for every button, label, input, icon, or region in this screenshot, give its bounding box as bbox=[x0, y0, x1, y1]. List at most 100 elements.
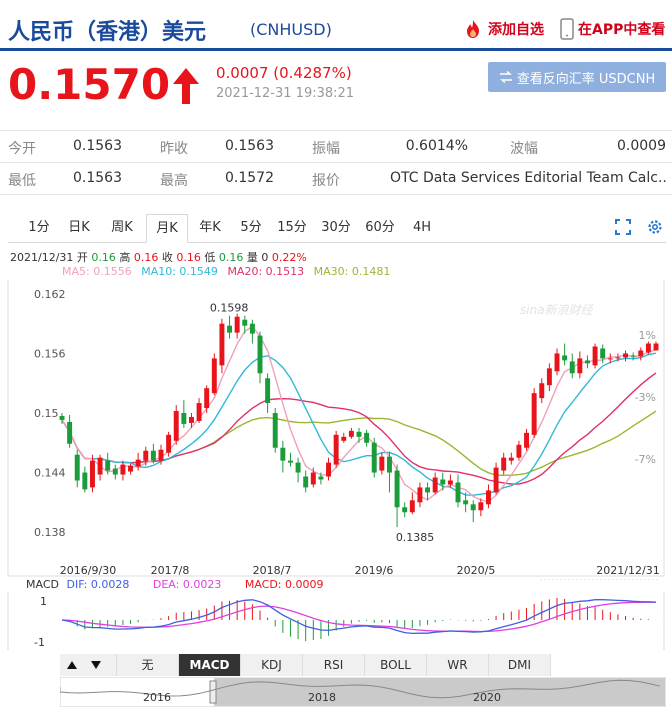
period-tabs: 1分 日K 周K 月K 年K 5分 15分 30分 60分 4H bbox=[8, 214, 666, 243]
candle bbox=[485, 484, 491, 509]
tab-indicator-1[interactable]: MACD bbox=[179, 654, 241, 676]
tab-period-5[interactable]: 5分 bbox=[234, 214, 268, 241]
tab-period-1[interactable]: 日K bbox=[60, 214, 98, 241]
tab-indicator-5[interactable]: WR bbox=[427, 654, 489, 676]
time-navigator[interactable]: 2016 2018 2020 bbox=[60, 677, 666, 707]
navigator-year-label: 2016 bbox=[143, 691, 171, 704]
triangle-down-icon[interactable] bbox=[90, 659, 102, 671]
candle bbox=[303, 470, 309, 493]
tab-indicator-4[interactable]: BOLL bbox=[365, 654, 427, 676]
ohlc-close-label: 收 bbox=[161, 251, 173, 264]
settings-icon[interactable] bbox=[646, 218, 664, 236]
add-watchlist-button[interactable]: 添加自选 bbox=[462, 18, 544, 40]
navigator-handle[interactable] bbox=[209, 680, 217, 704]
candle bbox=[128, 463, 134, 475]
pct-tick-label: -3% bbox=[635, 391, 656, 404]
candle bbox=[569, 353, 575, 379]
candle bbox=[120, 460, 126, 481]
x-tick-label: 2020/5 bbox=[457, 564, 496, 577]
candle bbox=[173, 405, 179, 445]
y-tick-label: 0.144 bbox=[34, 467, 66, 480]
ohlc-open-label: 开 bbox=[76, 251, 88, 264]
candle bbox=[516, 440, 522, 461]
ma30-legend: MA30: 0.1481 bbox=[313, 265, 391, 278]
candle bbox=[211, 353, 217, 396]
swap-icon bbox=[499, 71, 512, 83]
quote-source-value: OTC Data Services Editorial Team Calc... bbox=[390, 170, 666, 186]
ohlc-pct: 0.22% bbox=[271, 251, 307, 264]
candle bbox=[97, 454, 103, 481]
tab-period-4[interactable]: 年K bbox=[190, 214, 230, 241]
candle bbox=[577, 351, 583, 379]
open-value: 0.1563 bbox=[73, 138, 122, 154]
reverse-rate-button[interactable]: 查看反向汇率 USDCNH bbox=[488, 62, 666, 92]
candle bbox=[592, 343, 598, 369]
tab-period-6[interactable]: 15分 bbox=[272, 214, 312, 241]
tab-indicator-2[interactable]: KDJ bbox=[241, 654, 303, 676]
candle bbox=[539, 378, 545, 404]
candle bbox=[181, 400, 187, 428]
candle bbox=[196, 398, 202, 423]
tab-period-7[interactable]: 30分 bbox=[316, 214, 356, 241]
add-watchlist-label: 添加自选 bbox=[488, 22, 544, 38]
page-title: 人民币（香港）美元 bbox=[8, 20, 207, 45]
candle bbox=[508, 452, 514, 465]
tab-period-0[interactable]: 1分 bbox=[22, 214, 56, 241]
tab-indicator-0[interactable]: 无 bbox=[117, 654, 179, 676]
x-tick-label: 2018/7 bbox=[253, 564, 292, 577]
phone-icon bbox=[560, 18, 574, 40]
candle bbox=[493, 462, 499, 495]
candle bbox=[74, 449, 80, 488]
header-divider bbox=[0, 48, 672, 51]
ma-legend: MA5: 0.1556 MA10: 0.1549 MA20: 0.1513 MA… bbox=[62, 265, 390, 278]
tab-indicator-3[interactable]: RSI bbox=[303, 654, 365, 676]
dea-legend: DEA: 0.0023 bbox=[152, 578, 222, 591]
y-tick-label: 0.156 bbox=[34, 347, 66, 360]
y-tick-label: 0.138 bbox=[34, 526, 66, 539]
pct-tick-label: -7% bbox=[635, 453, 656, 466]
tab-period-9[interactable]: 4H bbox=[404, 214, 440, 241]
prev-close-value: 0.1563 bbox=[225, 138, 274, 154]
candlestick-chart[interactable]: sina新浪财经0.1620.1560.150.1440.1389%5%1%-3… bbox=[0, 280, 672, 580]
up-arrow-icon bbox=[173, 68, 199, 104]
low-annotation: 0.1385 bbox=[396, 531, 435, 544]
ma20-legend: MA20: 0.1513 bbox=[227, 265, 305, 278]
tab-period-2[interactable]: 周K bbox=[102, 214, 142, 241]
candle bbox=[287, 452, 293, 467]
dif-line bbox=[61, 599, 657, 635]
candle bbox=[272, 408, 278, 453]
navigator-year-label: 2020 bbox=[473, 691, 501, 704]
candle bbox=[386, 451, 392, 493]
candle bbox=[524, 428, 530, 451]
candle bbox=[135, 452, 141, 471]
high-value: 0.1572 bbox=[225, 170, 274, 186]
prev-close-label: 昨收 bbox=[160, 141, 188, 157]
x-tick-label: 2019/6 bbox=[355, 564, 394, 577]
fullscreen-icon[interactable] bbox=[614, 218, 632, 236]
ohlc-readout: 2021/12/31 开 0.16 高 0.16 收 0.16 低 0.16 量… bbox=[10, 249, 307, 265]
macd-chart[interactable]: 1 -1 bbox=[0, 592, 672, 652]
candle bbox=[280, 440, 286, 473]
candle bbox=[394, 464, 400, 528]
low-label: 最低 bbox=[8, 173, 36, 189]
candle bbox=[501, 452, 507, 475]
candle bbox=[402, 502, 408, 518]
tab-period-8[interactable]: 60分 bbox=[360, 214, 400, 241]
candle bbox=[432, 472, 438, 495]
x-tick-label: 2021/12/31 bbox=[596, 564, 659, 577]
tab-indicator-6[interactable]: DMI bbox=[489, 654, 551, 676]
tab-period-3[interactable]: 月K bbox=[146, 214, 188, 243]
ma10-legend: MA10: 0.1549 bbox=[141, 265, 218, 278]
view-in-app-button[interactable]: 在APP中查看 bbox=[560, 18, 665, 40]
candle bbox=[371, 437, 377, 478]
stats-bottom-line bbox=[0, 194, 672, 195]
candle bbox=[257, 331, 263, 384]
candle bbox=[333, 430, 339, 468]
triangle-up-icon[interactable] bbox=[66, 659, 78, 671]
ohlc-open: 0.16 bbox=[91, 251, 116, 264]
high-label: 最高 bbox=[160, 173, 188, 189]
candle bbox=[204, 385, 210, 413]
flame-icon bbox=[467, 20, 479, 38]
ohlc-low-label: 低 bbox=[204, 251, 216, 264]
ohlc-close: 0.16 bbox=[176, 251, 201, 264]
